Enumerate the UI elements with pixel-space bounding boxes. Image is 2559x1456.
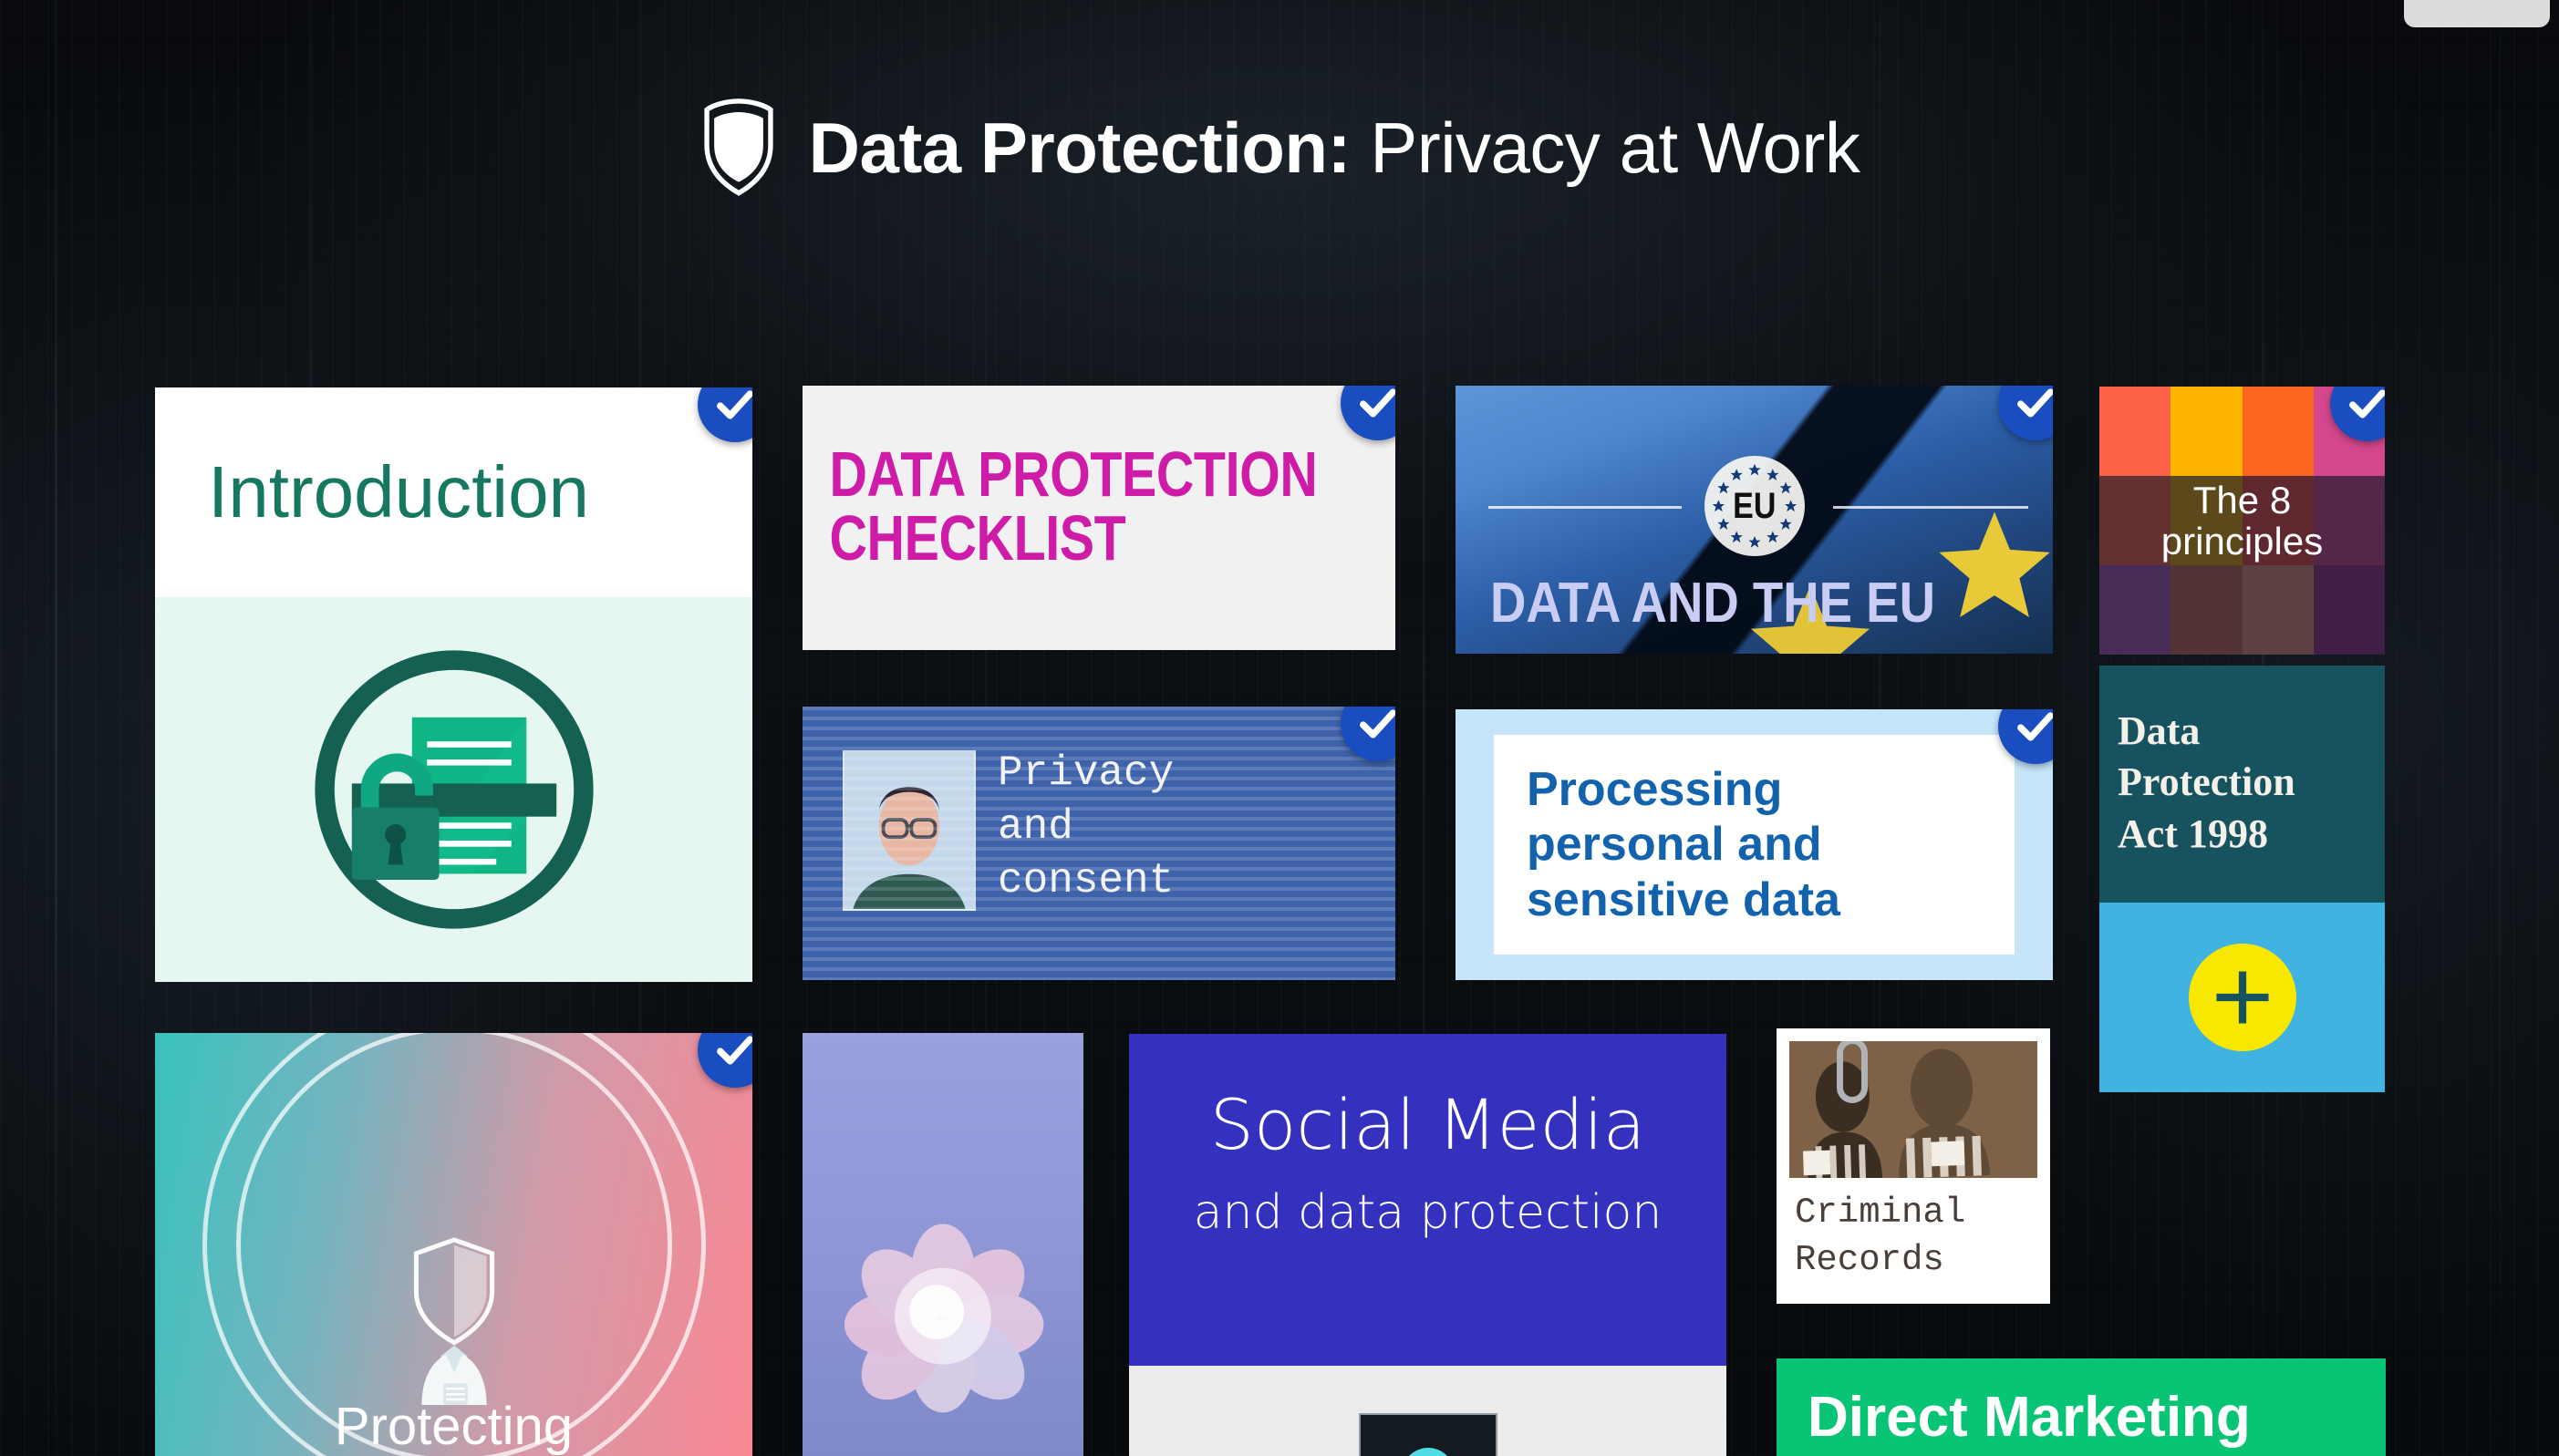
tile-introduction[interactable]: Introduction bbox=[155, 387, 752, 982]
tile-criminal-line2: Records bbox=[1795, 1240, 1944, 1281]
tile-direct-marketing-title: Direct Marketing bbox=[1808, 1386, 2251, 1449]
check-icon bbox=[2017, 388, 2053, 418]
tile-dpa-line2: Protection bbox=[2118, 759, 2295, 805]
paperclip-icon bbox=[1837, 1041, 1868, 1103]
tile-eight-principles-line2: principles bbox=[2160, 520, 2324, 563]
tile-dpa-text: Data Protection Act 1998 bbox=[2099, 666, 2385, 860]
divider-right bbox=[1833, 506, 2028, 509]
tile-processing-line3: sensitive data bbox=[1527, 873, 1840, 926]
lotus-flower-icon bbox=[844, 1224, 1044, 1413]
add-button[interactable] bbox=[2188, 944, 2296, 1051]
tile-processing-card: Processing personal and sensitive data bbox=[1494, 735, 2015, 955]
check-icon bbox=[1360, 709, 1395, 738]
tile-dpa-header: Data Protection Act 1998 bbox=[2099, 666, 2385, 903]
tile-dpa-line1: Data bbox=[2118, 708, 2201, 753]
tile-checklist-text: DATA PROTECTION CHECKLIST bbox=[803, 386, 1318, 573]
tile-flower[interactable] bbox=[803, 1033, 1083, 1456]
tile-introduction-title: Introduction bbox=[208, 451, 590, 532]
completion-badge bbox=[1341, 386, 1395, 440]
lock-document-circle-icon bbox=[314, 650, 594, 929]
eu-badge-label: EU bbox=[1732, 485, 1777, 526]
tile-introduction-body bbox=[155, 597, 752, 982]
tile-protecting-line1: Protecting bbox=[334, 1397, 574, 1456]
tile-dpa-body bbox=[2099, 903, 2385, 1092]
eu-stars-badge: EU bbox=[1704, 456, 1805, 556]
check-icon bbox=[717, 390, 752, 419]
tile-eight-principles-line1: The 8 bbox=[2192, 478, 2292, 521]
mugshot-photo bbox=[1789, 1041, 2037, 1178]
tile-protecting-text: Protecting personal data bbox=[155, 1397, 752, 1456]
eu-star-icon bbox=[1939, 511, 2050, 617]
divider-left bbox=[1488, 506, 1682, 509]
tile-checklist-line1: DATA PROTECTION bbox=[829, 439, 1318, 510]
phone-screen-dot bbox=[1401, 1448, 1455, 1456]
tile-eight-principles[interactable]: The 8 principles bbox=[2099, 387, 2385, 655]
completion-badge bbox=[698, 1033, 752, 1088]
page-header: Data Protection: Privacy at Work bbox=[0, 98, 2559, 197]
tile-privacy-text: Privacy and consent bbox=[998, 747, 1174, 908]
course-tile-grid: Introduction DATA PROTECTION CHECKLIST E… bbox=[0, 0, 2559, 1456]
tile-privacy-line2: and bbox=[998, 802, 1073, 851]
page-title: Data Protection: Privacy at Work bbox=[809, 112, 1860, 183]
tile-protecting-personal-data[interactable]: Protecting personal data bbox=[155, 1033, 752, 1456]
tile-privacy-line1: Privacy bbox=[998, 749, 1175, 797]
page-title-strong: Data Protection: bbox=[808, 108, 1352, 188]
tile-privacy-line3: consent bbox=[998, 856, 1175, 904]
tile-processing-line2: personal and bbox=[1527, 818, 1822, 872]
plus-icon bbox=[2216, 971, 2268, 1024]
check-icon bbox=[2349, 389, 2385, 418]
shield-icon bbox=[704, 98, 773, 196]
tile-processing-personal-data[interactable]: Processing personal and sensitive data bbox=[1456, 709, 2053, 980]
check-icon bbox=[717, 1036, 752, 1065]
tile-data-protection-act-1998[interactable]: Data Protection Act 1998 bbox=[2099, 666, 2385, 1092]
tile-eu-caption: DATA AND THE EU bbox=[1490, 572, 1935, 635]
check-icon bbox=[1360, 388, 1395, 418]
tile-processing-line1: Processing bbox=[1527, 763, 1783, 817]
tile-processing-text: Processing personal and sensitive data bbox=[1494, 762, 1840, 927]
tile-direct-marketing[interactable]: Direct Marketing bbox=[1777, 1358, 2386, 1456]
tile-dpa-line3: Act 1998 bbox=[2118, 811, 2268, 856]
tile-data-protection-checklist[interactable]: DATA PROTECTION CHECKLIST bbox=[803, 386, 1395, 650]
tile-social-line2: and data protection bbox=[1193, 1185, 1663, 1240]
person-shield-icon bbox=[413, 1237, 494, 1405]
tile-checklist-line2: CHECKLIST bbox=[829, 502, 1126, 573]
check-icon bbox=[2017, 712, 2053, 741]
tile-criminal-records[interactable]: Criminal Records bbox=[1777, 1028, 2050, 1304]
tile-data-and-the-eu[interactable]: EU DATA AND THE EU bbox=[1456, 386, 2053, 654]
tile-privacy-and-consent[interactable]: Privacy and consent bbox=[803, 707, 1395, 980]
phone-icon bbox=[1358, 1413, 1497, 1456]
tile-social-line1: Social Media bbox=[1209, 1084, 1646, 1165]
tile-criminal-text: Criminal Records bbox=[1795, 1189, 2041, 1285]
tile-criminal-line1: Criminal bbox=[1795, 1193, 1966, 1233]
top-right-chip[interactable] bbox=[2404, 0, 2550, 27]
page-title-light: Privacy at Work bbox=[1370, 108, 1860, 188]
tile-social-media[interactable]: Social Media and data protection bbox=[1129, 1034, 1726, 1456]
tile-introduction-header: Introduction bbox=[155, 387, 752, 597]
